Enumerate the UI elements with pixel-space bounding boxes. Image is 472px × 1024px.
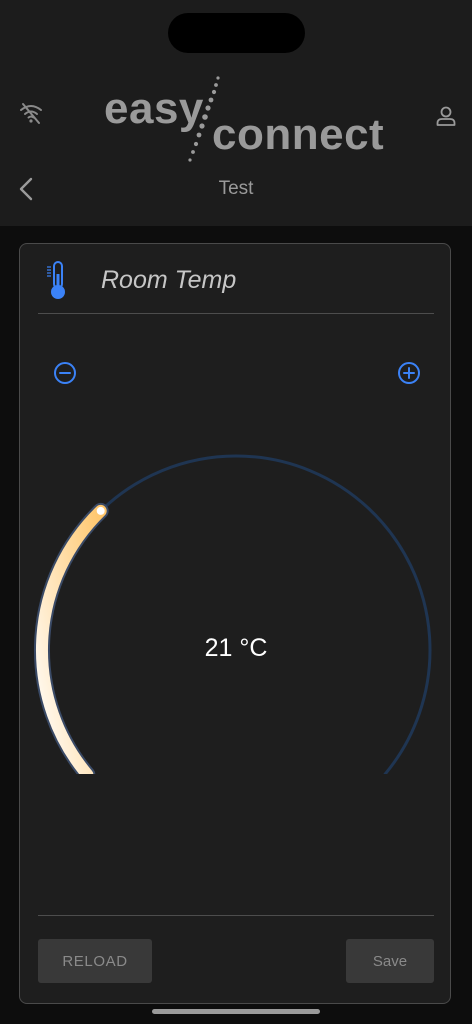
logo-word-connect: connect — [212, 110, 385, 159]
thermostat-widget-card: Room Temp 21 °C RELOAD Save — [19, 243, 451, 1004]
increase-temp-button[interactable] — [396, 360, 422, 386]
widget-title: Room Temp — [101, 266, 237, 294]
plus-circle-icon — [398, 362, 420, 384]
page-title: Test — [218, 178, 254, 199]
temperature-readout: 21 °C — [204, 634, 268, 662]
camera-notch — [168, 13, 305, 53]
dial-fill-arc — [35, 504, 107, 774]
minus-circle-icon — [54, 362, 76, 384]
app-header: easy connect Test — [0, 0, 472, 226]
user-icon[interactable] — [434, 104, 458, 128]
wifi-off-icon[interactable] — [18, 100, 44, 126]
app-screen: easy connect Test Room Temp 21 °C RELOAD… — [0, 0, 472, 1024]
easyconnect-logo: easy connect — [104, 74, 384, 166]
divider — [38, 313, 434, 314]
save-button[interactable]: Save — [346, 939, 434, 983]
home-indicator[interactable] — [152, 1009, 320, 1014]
divider — [38, 915, 434, 916]
temperature-dial[interactable] — [20, 434, 452, 774]
dial-handle[interactable] — [96, 506, 105, 515]
reload-button[interactable]: RELOAD — [38, 939, 152, 983]
decrease-temp-button[interactable] — [52, 360, 78, 386]
thermometer-icon — [44, 260, 72, 300]
back-chevron-icon[interactable] — [16, 176, 40, 202]
